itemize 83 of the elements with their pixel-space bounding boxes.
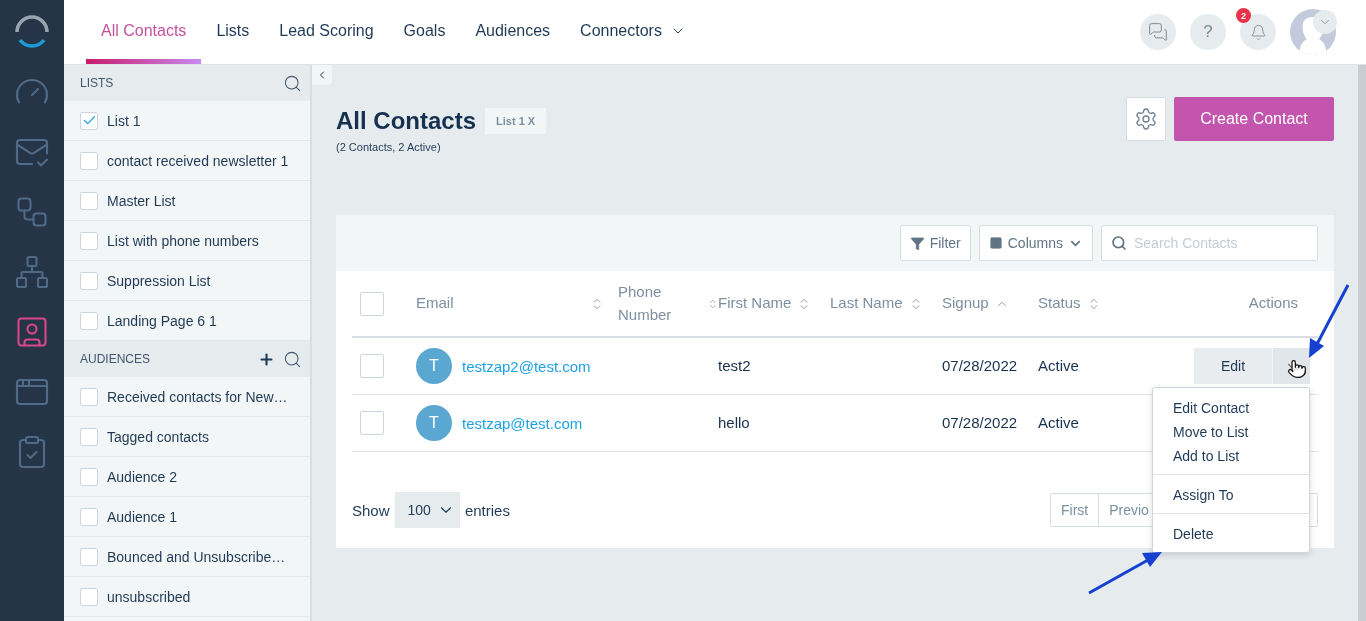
checkbox[interactable] <box>80 111 98 130</box>
column-header: Phone Number <box>618 282 673 325</box>
search-icon <box>1111 235 1127 251</box>
column-header: Email <box>416 293 454 314</box>
filter-icon <box>909 235 925 251</box>
checkbox[interactable] <box>80 387 98 406</box>
list-item[interactable]: Suppression List <box>64 261 310 301</box>
nav-tab[interactable]: Connectors <box>565 0 701 64</box>
section-title: AUDIENCES <box>80 352 151 366</box>
nav-tab[interactable]: Audiences <box>460 0 566 64</box>
row-checkbox[interactable] <box>360 354 384 378</box>
search-field[interactable]: Search Contacts <box>1101 225 1318 261</box>
checkbox[interactable] <box>80 311 98 330</box>
contact-card-icon <box>14 314 50 350</box>
list-item[interactable]: Bounced and Unsubscribe… <box>64 537 310 577</box>
columns-button[interactable]: Columns <box>978 225 1093 261</box>
list-item[interactable]: List 1 <box>64 101 310 141</box>
search-button[interactable] <box>283 349 302 369</box>
table-cell: test2 <box>718 357 751 374</box>
row-checkbox[interactable] <box>360 411 384 435</box>
contact-count: (2 Contacts, 2 Active) <box>336 141 442 153</box>
list-item[interactable]: unsubscribed <box>64 577 310 617</box>
create-contact-button[interactable]: Create Contact <box>1174 97 1334 141</box>
checkbox[interactable] <box>80 507 98 526</box>
list-item[interactable]: Received contacts for New… <box>64 377 310 417</box>
checkbox[interactable] <box>80 231 98 250</box>
flowchart-icon <box>14 194 50 230</box>
entries-label: entries <box>464 501 510 519</box>
notifications-button[interactable] <box>1240 14 1276 50</box>
page-title: All Contacts <box>336 107 476 135</box>
show-label: Show <box>352 501 390 519</box>
network-icon <box>14 254 50 290</box>
table-cell: 07/28/2022 <box>942 414 1018 431</box>
table-cell: hello <box>718 414 750 431</box>
nav-tab[interactable]: Goals <box>388 0 461 64</box>
column-header: Actions <box>1248 293 1298 314</box>
menu-item[interactable]: Move to List <box>1153 420 1309 444</box>
filter-button[interactable]: Filter <box>899 225 971 261</box>
settings-button[interactable] <box>1126 97 1166 141</box>
checkbox[interactable] <box>80 427 98 446</box>
section-title: LISTS <box>80 76 115 90</box>
list-item[interactable]: Tagged contacts <box>64 417 310 457</box>
nav-tab[interactable]: Lead Scoring <box>264 0 389 64</box>
list-item[interactable]: Master List <box>64 181 310 221</box>
checkbox[interactable] <box>80 271 98 290</box>
menu-item[interactable]: Edit Contact <box>1153 396 1309 420</box>
checkbox[interactable] <box>80 467 98 486</box>
checkbox[interactable] <box>80 151 98 170</box>
list-item[interactable]: Audience 1 <box>64 497 310 537</box>
checkbox[interactable] <box>80 191 98 210</box>
table-cell: Active <box>1038 357 1079 374</box>
nav-tab[interactable]: All Contacts <box>86 0 202 64</box>
scrollbar[interactable] <box>1358 65 1366 621</box>
list-item[interactable]: contact received newsletter 1 <box>64 141 310 181</box>
nav-tab[interactable]: Lists <box>201 0 265 64</box>
list-item[interactable]: List with phone numbers <box>64 221 310 261</box>
gear-icon <box>1134 107 1158 131</box>
bell-icon <box>1249 23 1267 41</box>
checkbox[interactable] <box>80 547 98 566</box>
chat-icon <box>1148 22 1168 42</box>
checkbox[interactable] <box>80 587 98 606</box>
menu-item[interactable]: Add to List <box>1153 444 1309 468</box>
avatar: T <box>416 348 452 384</box>
table-cell: Active <box>1038 414 1079 431</box>
column-header: Signup <box>942 293 989 314</box>
edit-button[interactable]: Edit <box>1194 348 1272 384</box>
actions-dropdown-button[interactable] <box>1272 348 1310 384</box>
page-size-select[interactable]: 100 <box>394 492 460 528</box>
column-header: Last Name <box>830 293 903 314</box>
select-all-checkbox[interactable] <box>360 291 384 316</box>
account-menu-button[interactable] <box>1313 10 1337 34</box>
list-item[interactable]: Audience 2 <box>64 457 310 497</box>
table-cell: 07/28/2022 <box>942 357 1018 374</box>
columns-icon <box>988 236 1003 250</box>
column-header: Status <box>1038 293 1081 314</box>
notification-count: 2 <box>1236 8 1251 23</box>
column-header: First Name <box>718 293 792 314</box>
add-button[interactable] <box>258 350 275 368</box>
chat-button[interactable] <box>1140 14 1176 50</box>
hand-cursor-icon <box>1287 359 1307 379</box>
avatar: T <box>416 405 452 441</box>
collapse-button[interactable] <box>312 65 332 85</box>
search-button[interactable] <box>283 73 302 93</box>
